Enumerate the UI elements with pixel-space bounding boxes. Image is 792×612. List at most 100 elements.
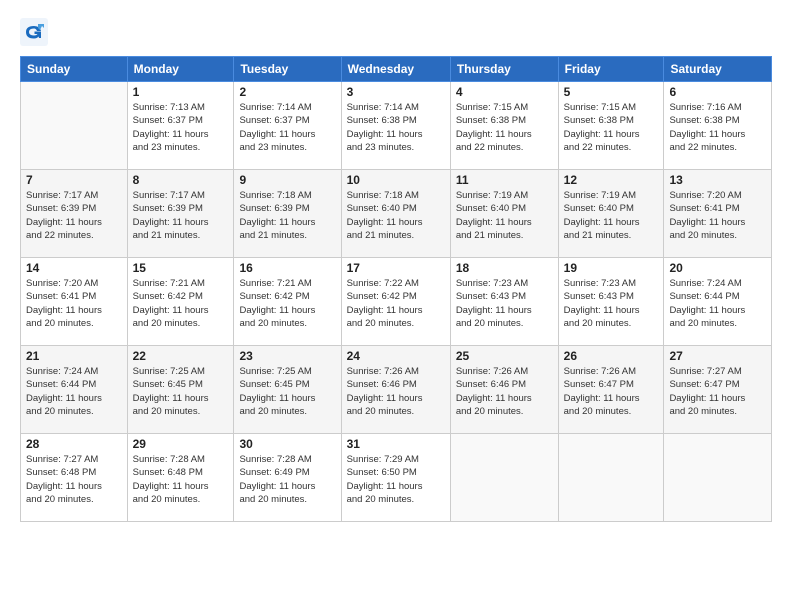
day-info: Sunrise: 7:28 AM Sunset: 6:48 PM Dayligh… bbox=[133, 453, 229, 506]
day-number: 25 bbox=[456, 349, 553, 363]
day-info: Sunrise: 7:20 AM Sunset: 6:41 PM Dayligh… bbox=[26, 277, 122, 330]
day-info: Sunrise: 7:24 AM Sunset: 6:44 PM Dayligh… bbox=[26, 365, 122, 418]
calendar-cell: 23Sunrise: 7:25 AM Sunset: 6:45 PM Dayli… bbox=[234, 346, 341, 434]
calendar-cell: 17 Sunrise: 7:22 AM Sunset: 6:42 PM Dayli… bbox=[341, 258, 450, 346]
week-row-1: 1 Sunrise: 7:13 AM Sunset: 6:37 PM Daylig… bbox=[21, 82, 772, 170]
day-info: Sunrise: 7:18 AM Sunset: 6:39 PM Dayligh… bbox=[239, 189, 335, 242]
calendar-cell: 16Sunrise: 7:21 AM Sunset: 6:42 PM Dayli… bbox=[234, 258, 341, 346]
calendar-cell: 4 Sunrise: 7:15 AM Sunset: 6:38 PM Daylig… bbox=[450, 82, 558, 170]
calendar-cell: 5Sunrise: 7:15 AM Sunset: 6:38 PM Daylig… bbox=[558, 82, 664, 170]
day-info: Sunrise: 7:24 AM Sunset: 6:44 PM Dayligh… bbox=[669, 277, 766, 330]
calendar-cell: 18 Sunrise: 7:23 AM Sunset: 6:43 PM Dayli… bbox=[450, 258, 558, 346]
calendar-header-row: SundayMondayTuesdayWednesdayThursdayFrid… bbox=[21, 57, 772, 82]
calendar-cell: 8 Sunrise: 7:17 AM Sunset: 6:39 PM Daylig… bbox=[127, 170, 234, 258]
day-number: 27 bbox=[669, 349, 766, 363]
day-header-friday: Friday bbox=[558, 57, 664, 82]
day-info: Sunrise: 7:27 AM Sunset: 6:48 PM Dayligh… bbox=[26, 453, 122, 506]
week-row-5: 28 Sunrise: 7:27 AM Sunset: 6:48 PM Dayli… bbox=[21, 434, 772, 522]
day-number: 28 bbox=[26, 437, 122, 451]
calendar-cell: 24 Sunrise: 7:26 AM Sunset: 6:46 PM Dayli… bbox=[341, 346, 450, 434]
day-number: 15 bbox=[133, 261, 229, 275]
calendar-cell: 1 Sunrise: 7:13 AM Sunset: 6:37 PM Daylig… bbox=[127, 82, 234, 170]
day-number: 5 bbox=[564, 85, 659, 99]
calendar-cell: 12 Sunrise: 7:19 AM Sunset: 6:40 PM Dayli… bbox=[558, 170, 664, 258]
logo bbox=[20, 18, 52, 46]
day-info: Sunrise: 7:26 AM Sunset: 6:46 PM Dayligh… bbox=[347, 365, 445, 418]
week-row-3: 14 Sunrise: 7:20 AM Sunset: 6:41 PM Dayli… bbox=[21, 258, 772, 346]
day-info: Sunrise: 7:21 AM Sunset: 6:42 PM Dayligh… bbox=[133, 277, 229, 330]
day-info: Sunrise: 7:29 AM Sunset: 6:50 PM Dayligh… bbox=[347, 453, 445, 506]
calendar-cell: 13 Sunrise: 7:20 AM Sunset: 6:41 PM Dayli… bbox=[664, 170, 772, 258]
day-info: Sunrise: 7:16 AM Sunset: 6:38 PM Dayligh… bbox=[669, 101, 766, 154]
day-number: 7 bbox=[26, 173, 122, 187]
day-number: 20 bbox=[669, 261, 766, 275]
day-info: Sunrise: 7:13 AM Sunset: 6:37 PM Dayligh… bbox=[133, 101, 229, 154]
day-header-thursday: Thursday bbox=[450, 57, 558, 82]
day-number: 10 bbox=[347, 173, 445, 187]
day-number: 23 bbox=[239, 349, 335, 363]
calendar-table: SundayMondayTuesdayWednesdayThursdayFrid… bbox=[20, 56, 772, 522]
calendar-cell: 22Sunrise: 7:25 AM Sunset: 6:45 PM Dayli… bbox=[127, 346, 234, 434]
calendar-cell: 10Sunrise: 7:18 AM Sunset: 6:40 PM Dayli… bbox=[341, 170, 450, 258]
page: SundayMondayTuesdayWednesdayThursdayFrid… bbox=[0, 0, 792, 612]
day-info: Sunrise: 7:20 AM Sunset: 6:41 PM Dayligh… bbox=[669, 189, 766, 242]
day-info: Sunrise: 7:19 AM Sunset: 6:40 PM Dayligh… bbox=[564, 189, 659, 242]
calendar-cell: 30 Sunrise: 7:28 AM Sunset: 6:49 PM Dayli… bbox=[234, 434, 341, 522]
day-info: Sunrise: 7:17 AM Sunset: 6:39 PM Dayligh… bbox=[26, 189, 122, 242]
calendar-cell: 27 Sunrise: 7:27 AM Sunset: 6:47 PM Dayli… bbox=[664, 346, 772, 434]
calendar-cell: 14 Sunrise: 7:20 AM Sunset: 6:41 PM Dayli… bbox=[21, 258, 128, 346]
day-number: 24 bbox=[347, 349, 445, 363]
day-header-tuesday: Tuesday bbox=[234, 57, 341, 82]
week-row-4: 21Sunrise: 7:24 AM Sunset: 6:44 PM Dayli… bbox=[21, 346, 772, 434]
calendar-cell: 20 Sunrise: 7:24 AM Sunset: 6:44 PM Dayli… bbox=[664, 258, 772, 346]
calendar-cell: 3 Sunrise: 7:14 AM Sunset: 6:38 PM Daylig… bbox=[341, 82, 450, 170]
calendar-cell: 7 Sunrise: 7:17 AM Sunset: 6:39 PM Daylig… bbox=[21, 170, 128, 258]
day-info: Sunrise: 7:26 AM Sunset: 6:47 PM Dayligh… bbox=[564, 365, 659, 418]
day-info: Sunrise: 7:27 AM Sunset: 6:47 PM Dayligh… bbox=[669, 365, 766, 418]
day-header-saturday: Saturday bbox=[664, 57, 772, 82]
day-number: 1 bbox=[133, 85, 229, 99]
calendar-cell bbox=[558, 434, 664, 522]
day-header-monday: Monday bbox=[127, 57, 234, 82]
day-number: 26 bbox=[564, 349, 659, 363]
calendar-cell: 19 Sunrise: 7:23 AM Sunset: 6:43 PM Dayli… bbox=[558, 258, 664, 346]
calendar-cell: 26 Sunrise: 7:26 AM Sunset: 6:47 PM Dayli… bbox=[558, 346, 664, 434]
calendar-cell: 15 Sunrise: 7:21 AM Sunset: 6:42 PM Dayli… bbox=[127, 258, 234, 346]
day-number: 8 bbox=[133, 173, 229, 187]
day-info: Sunrise: 7:15 AM Sunset: 6:38 PM Dayligh… bbox=[456, 101, 553, 154]
day-info: Sunrise: 7:17 AM Sunset: 6:39 PM Dayligh… bbox=[133, 189, 229, 242]
day-number: 11 bbox=[456, 173, 553, 187]
day-number: 17 bbox=[347, 261, 445, 275]
day-number: 6 bbox=[669, 85, 766, 99]
calendar-cell: 25 Sunrise: 7:26 AM Sunset: 6:46 PM Dayli… bbox=[450, 346, 558, 434]
calendar-cell: 21Sunrise: 7:24 AM Sunset: 6:44 PM Dayli… bbox=[21, 346, 128, 434]
day-info: Sunrise: 7:26 AM Sunset: 6:46 PM Dayligh… bbox=[456, 365, 553, 418]
day-number: 16 bbox=[239, 261, 335, 275]
day-info: Sunrise: 7:14 AM Sunset: 6:38 PM Dayligh… bbox=[347, 101, 445, 154]
day-header-sunday: Sunday bbox=[21, 57, 128, 82]
day-number: 3 bbox=[347, 85, 445, 99]
day-number: 18 bbox=[456, 261, 553, 275]
day-number: 19 bbox=[564, 261, 659, 275]
day-number: 13 bbox=[669, 173, 766, 187]
day-info: Sunrise: 7:23 AM Sunset: 6:43 PM Dayligh… bbox=[564, 277, 659, 330]
day-number: 30 bbox=[239, 437, 335, 451]
day-number: 31 bbox=[347, 437, 445, 451]
calendar-cell bbox=[664, 434, 772, 522]
day-info: Sunrise: 7:28 AM Sunset: 6:49 PM Dayligh… bbox=[239, 453, 335, 506]
day-number: 12 bbox=[564, 173, 659, 187]
logo-icon bbox=[20, 18, 48, 46]
day-info: Sunrise: 7:22 AM Sunset: 6:42 PM Dayligh… bbox=[347, 277, 445, 330]
day-number: 4 bbox=[456, 85, 553, 99]
calendar-cell bbox=[450, 434, 558, 522]
day-number: 2 bbox=[239, 85, 335, 99]
calendar-cell: 28 Sunrise: 7:27 AM Sunset: 6:48 PM Dayli… bbox=[21, 434, 128, 522]
day-info: Sunrise: 7:23 AM Sunset: 6:43 PM Dayligh… bbox=[456, 277, 553, 330]
week-row-2: 7 Sunrise: 7:17 AM Sunset: 6:39 PM Daylig… bbox=[21, 170, 772, 258]
day-number: 9 bbox=[239, 173, 335, 187]
header bbox=[20, 18, 772, 46]
day-number: 29 bbox=[133, 437, 229, 451]
calendar-cell: 31 Sunrise: 7:29 AM Sunset: 6:50 PM Dayli… bbox=[341, 434, 450, 522]
calendar-cell: 11Sunrise: 7:19 AM Sunset: 6:40 PM Dayli… bbox=[450, 170, 558, 258]
day-number: 14 bbox=[26, 261, 122, 275]
